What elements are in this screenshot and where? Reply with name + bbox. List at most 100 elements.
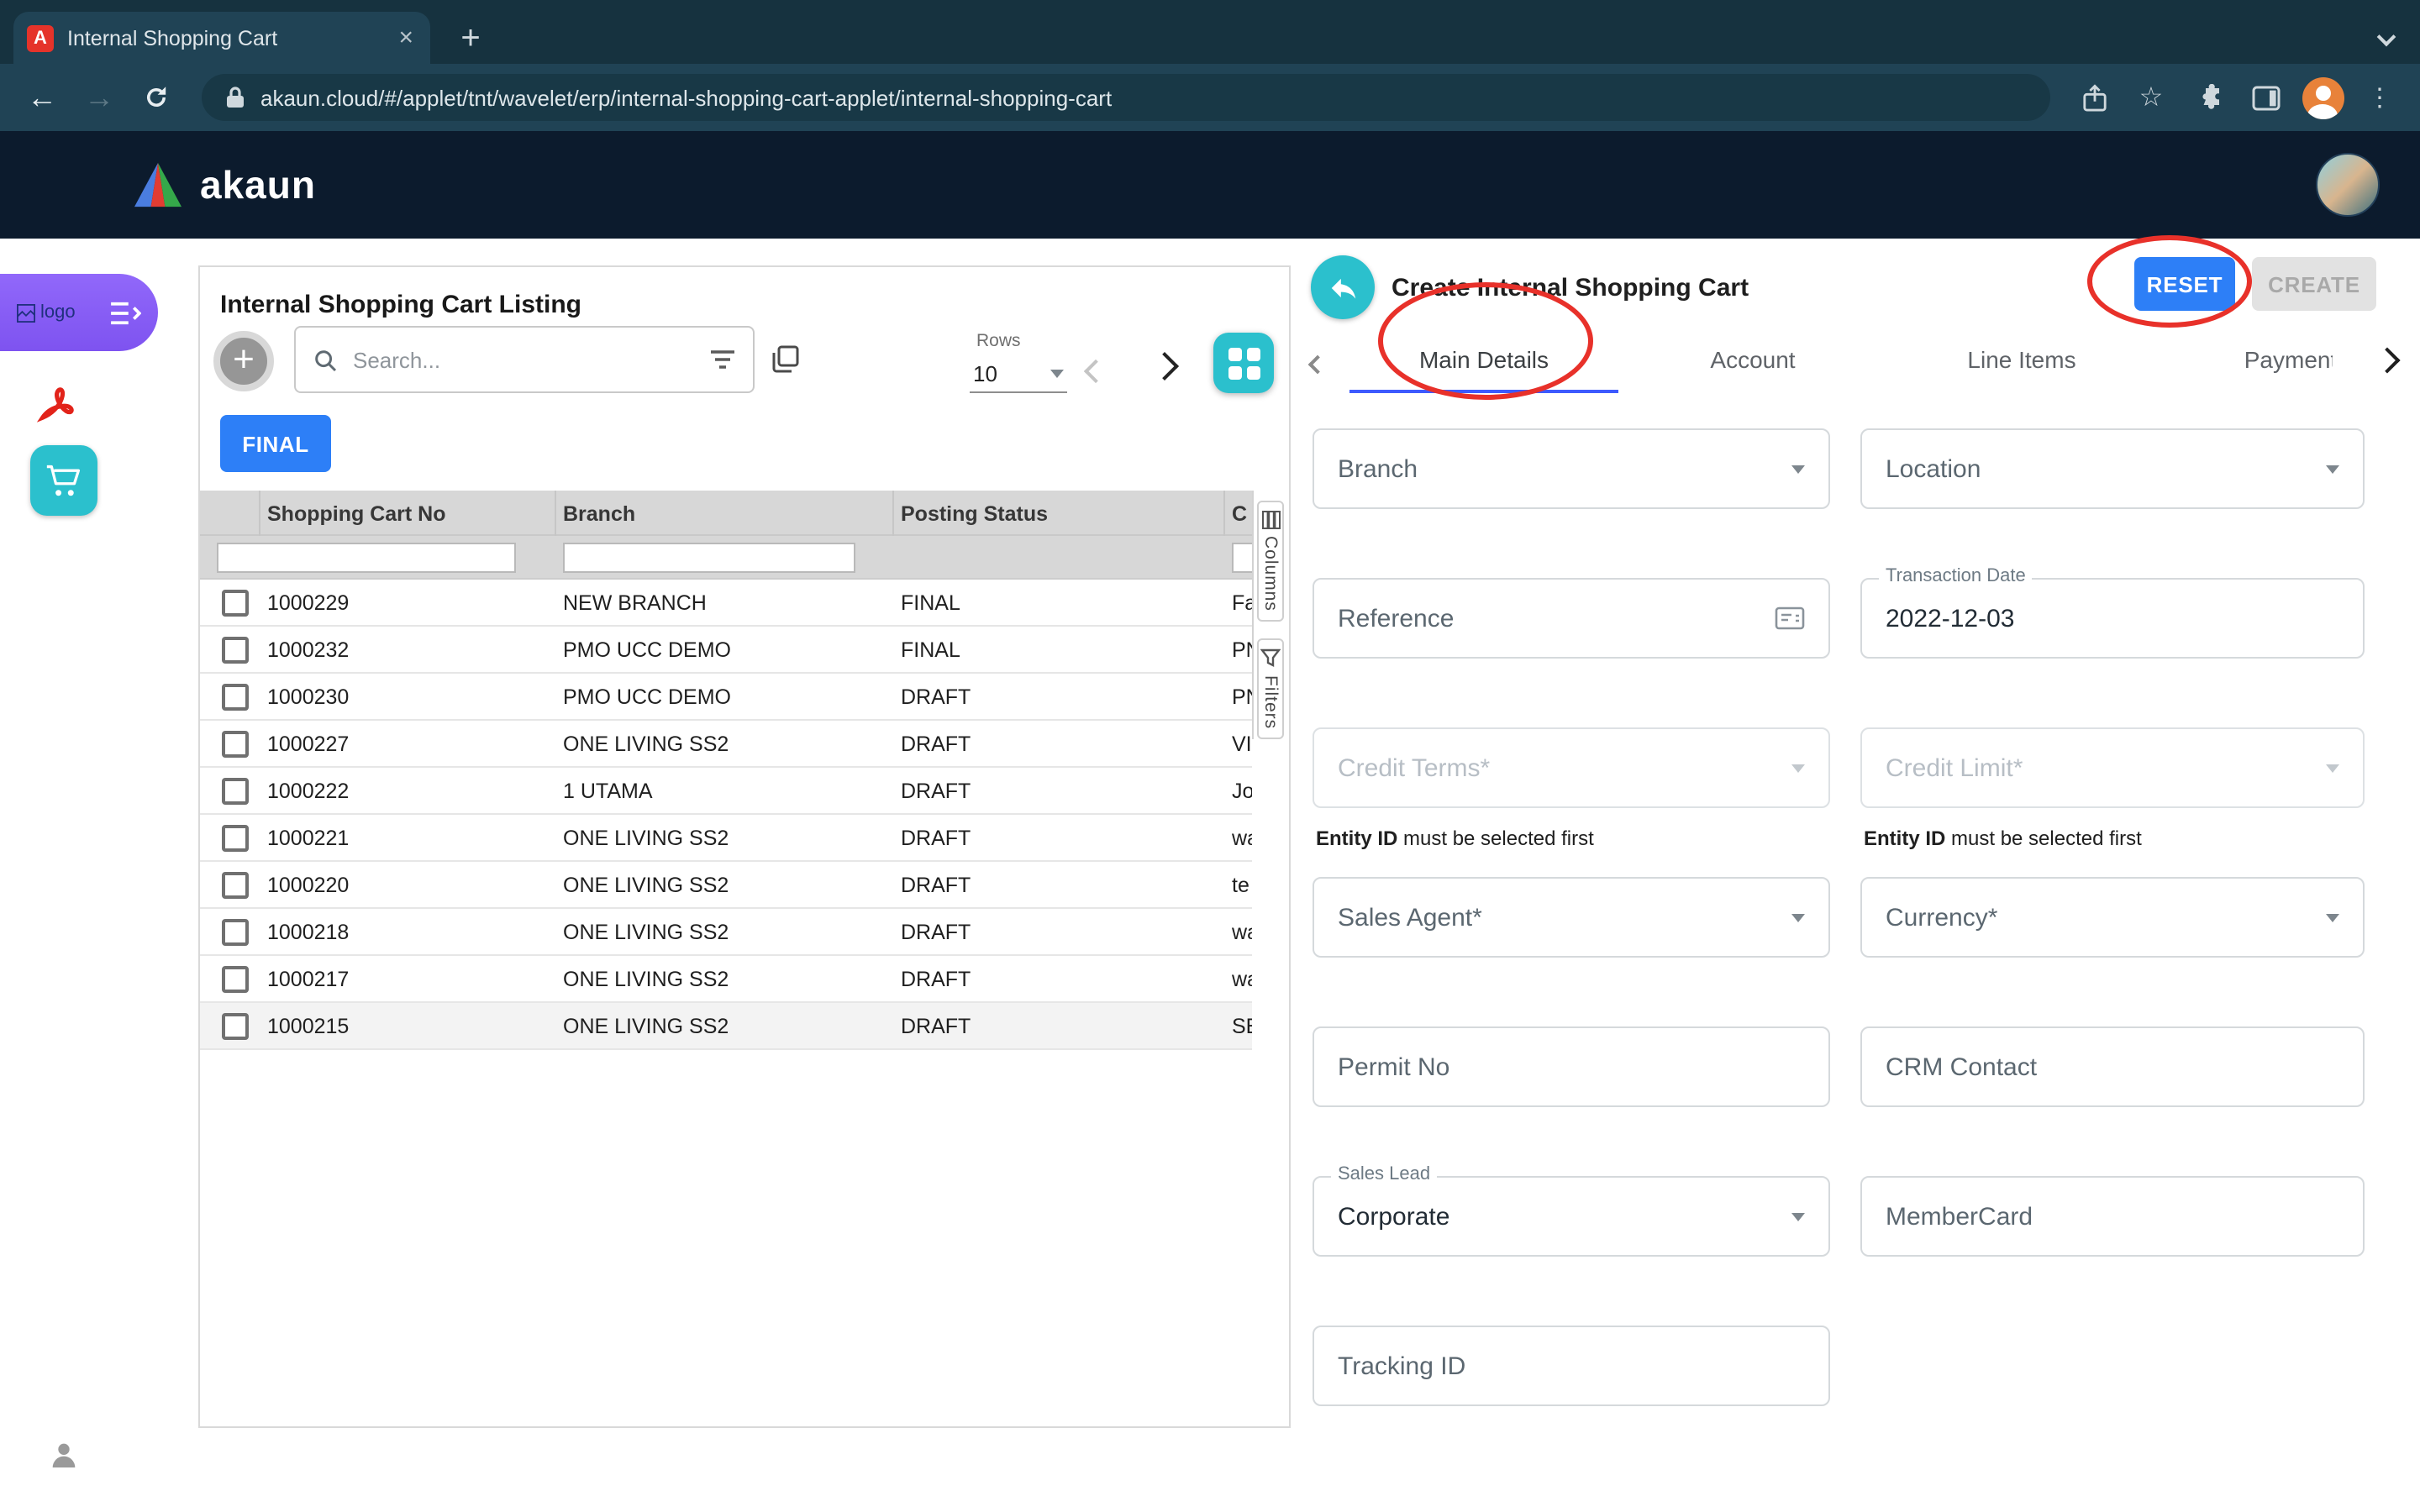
table-row[interactable]: 1000222 1 UTAMA DRAFT Jo	[200, 768, 1252, 815]
cart-no-cell: 1000218	[260, 920, 556, 943]
created-cell: wa	[1225, 826, 1252, 849]
browser-tab[interactable]: A Internal Shopping Cart ×	[13, 12, 430, 64]
created-cell: wa	[1225, 967, 1252, 990]
app-logo[interactable]: akaun	[131, 161, 316, 208]
rail-logo-pill[interactable]: logo	[0, 274, 158, 351]
create-cart-panel: Create Internal Shopping Cart RESET CREA…	[1297, 239, 2420, 1512]
row-checkbox[interactable]	[222, 636, 249, 663]
row-checkbox[interactable]	[222, 965, 249, 992]
reset-button[interactable]: RESET	[2134, 257, 2235, 311]
row-checkbox[interactable]	[222, 730, 249, 757]
credit-terms-helper: Entity ID must be selected first	[1316, 827, 1594, 850]
table-row[interactable]: 1000221 ONE LIVING SS2 DRAFT wa	[200, 815, 1252, 862]
listing-panel: Internal Shopping Cart Listing + Rows	[198, 265, 1291, 1428]
profile-button[interactable]	[2299, 74, 2346, 121]
table-row[interactable]: 1000227 ONE LIVING SS2 DRAFT VI	[200, 721, 1252, 768]
table-row[interactable]: 1000232 PMO UCC DEMO FINAL PN	[200, 627, 1252, 674]
brand-name: akaun	[200, 162, 316, 207]
tab-line-items[interactable]: Line Items	[1887, 326, 2156, 393]
prev-page-button[interactable]	[1087, 358, 1104, 388]
reference-lookup-icon[interactable]	[1775, 606, 1805, 630]
table-header-row: Shopping Cart No Branch Posting Status C	[200, 491, 1252, 536]
column-header[interactable]: C	[1225, 491, 1252, 536]
reload-button[interactable]	[131, 72, 182, 123]
filters-side-tab[interactable]: Filters	[1257, 638, 1284, 739]
credit-terms-field[interactable]: Credit Terms*	[1313, 727, 1830, 808]
shopping-cart-applet-button[interactable]	[30, 445, 97, 516]
row-checkbox[interactable]	[222, 683, 249, 710]
search-input[interactable]	[350, 345, 697, 374]
transaction-date-field[interactable]: Transaction Date 2022-12-03	[1860, 578, 2365, 659]
address-bar[interactable]: akaun.cloud/#/applet/tnt/wavelet/erp/int…	[202, 74, 2050, 121]
back-button-panel[interactable]	[1311, 255, 1375, 319]
column-header[interactable]: Branch	[556, 491, 894, 536]
broken-logo-image: logo	[17, 302, 76, 323]
bookmark-button[interactable]: ☆	[2128, 74, 2175, 121]
filter-list-icon[interactable]	[709, 349, 736, 370]
row-checkbox[interactable]	[222, 918, 249, 945]
search-box[interactable]	[294, 326, 755, 393]
sidebar-toggle-icon[interactable]	[109, 300, 141, 325]
sales-lead-value: Corporate	[1338, 1202, 1791, 1231]
row-checkbox[interactable]	[222, 777, 249, 804]
extensions-button[interactable]	[2185, 74, 2232, 121]
table-row[interactable]: 1000215 ONE LIVING SS2 DRAFT SE	[200, 1003, 1252, 1050]
next-page-button[interactable]	[1155, 354, 1175, 385]
crm-contact-field[interactable]: CRM Contact	[1860, 1026, 2365, 1107]
add-button[interactable]: +	[213, 331, 274, 391]
new-tab-button[interactable]: +	[447, 15, 494, 62]
browser-menu-button[interactable]: ⋮	[2356, 74, 2403, 121]
table-row[interactable]: 1000220 ONE LIVING SS2 DRAFT te	[200, 862, 1252, 909]
create-button[interactable]: CREATE	[2252, 257, 2376, 311]
branch-field[interactable]: Branch	[1313, 428, 1830, 509]
column-header[interactable]: Posting Status	[894, 491, 1225, 536]
forward-button[interactable]: →	[74, 72, 124, 123]
table-row[interactable]: 1000218 ONE LIVING SS2 DRAFT wa	[200, 909, 1252, 956]
grid-view-button[interactable]	[1213, 333, 1274, 393]
tab-main-details[interactable]: Main Details	[1349, 326, 1618, 393]
side-panel-button[interactable]	[2242, 74, 2289, 121]
table-row[interactable]: 1000230 PMO UCC DEMO DRAFT PN	[200, 674, 1252, 721]
pdf-applet-button[interactable]	[35, 383, 79, 435]
row-checkbox[interactable]	[222, 1012, 249, 1039]
columns-side-tab[interactable]: Columns	[1257, 501, 1284, 622]
sales-lead-field[interactable]: Sales Lead Corporate	[1313, 1176, 1830, 1257]
rows-per-page-select[interactable]: 10	[970, 356, 1067, 393]
account-button[interactable]	[47, 1438, 81, 1480]
credit-limit-field[interactable]: Credit Limit*	[1860, 727, 2365, 808]
row-checkbox[interactable]	[222, 824, 249, 851]
permit-no-field[interactable]: Permit No	[1313, 1026, 1830, 1107]
back-button[interactable]: ←	[17, 72, 67, 123]
sales-agent-field[interactable]: Sales Agent*	[1313, 877, 1830, 958]
row-checkbox[interactable]	[222, 871, 249, 898]
tab-close-icon[interactable]: ×	[395, 24, 417, 52]
filter-input-branch[interactable]	[563, 543, 855, 573]
tabs-scroll-left-button[interactable]	[1311, 349, 1324, 380]
reference-field[interactable]: Reference	[1313, 578, 1830, 659]
chevron-down-icon	[1050, 370, 1064, 378]
row-checkbox[interactable]	[222, 589, 249, 616]
final-filter-button[interactable]: FINAL	[220, 415, 331, 472]
user-avatar[interactable]	[2316, 153, 2380, 217]
table-row[interactable]: 1000229 NEW BRANCH FINAL Fa	[200, 580, 1252, 627]
lock-icon	[225, 86, 245, 109]
location-field[interactable]: Location	[1860, 428, 2365, 509]
tab-list-chevron-icon[interactable]	[2380, 22, 2393, 52]
branch-cell: NEW BRANCH	[556, 591, 894, 614]
tabs-scroll-right-button[interactable]	[2333, 326, 2420, 393]
transaction-date-value: 2022-12-03	[1886, 604, 2339, 633]
duplicate-view-button[interactable]	[770, 344, 800, 383]
tracking-id-field[interactable]: Tracking ID	[1313, 1326, 1830, 1406]
cart-no-cell: 1000232	[260, 638, 556, 661]
currency-field[interactable]: Currency*	[1860, 877, 2365, 958]
membercard-field[interactable]: MemberCard	[1860, 1176, 2365, 1257]
kebab-menu-icon: ⋮	[2367, 82, 2392, 113]
listing-title: Internal Shopping Cart Listing	[220, 291, 581, 319]
filter-input-cart-no[interactable]	[217, 543, 516, 573]
filter-input-created[interactable]	[1232, 543, 1252, 573]
share-button[interactable]	[2070, 74, 2118, 121]
branch-cell: ONE LIVING SS2	[556, 873, 894, 896]
table-row[interactable]: 1000217 ONE LIVING SS2 DRAFT wa	[200, 956, 1252, 1003]
tab-account[interactable]: Account	[1618, 326, 1887, 393]
column-header[interactable]: Shopping Cart No	[260, 491, 556, 536]
